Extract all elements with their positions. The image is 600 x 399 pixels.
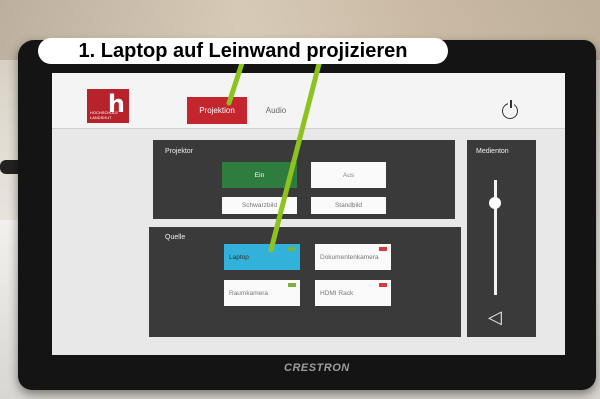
annotation-line-tab xyxy=(226,57,246,106)
annotation-line-laptop xyxy=(268,57,323,253)
annotation-banner: 1. Laptop auf Leinwand projizieren xyxy=(38,38,448,64)
